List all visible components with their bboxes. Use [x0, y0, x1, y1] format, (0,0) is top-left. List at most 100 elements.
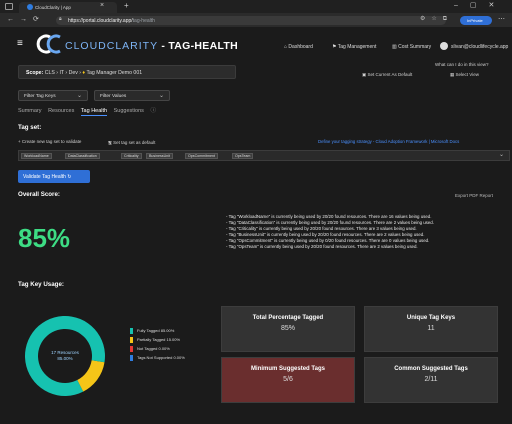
card-value: 85% [280, 325, 295, 332]
set-default-label: Set Current As Default [367, 72, 413, 77]
legend-item: Fully Tagged 85.00% [130, 326, 185, 335]
legend-swatch [130, 327, 133, 334]
donut-center-resources: 17 Resources [51, 350, 80, 355]
donut-center-percent: 85.00% [57, 356, 72, 361]
export-pdf-link[interactable]: Export PDF Report [455, 193, 493, 198]
inprivate-label: InPrivate [467, 18, 483, 23]
address-bar[interactable]: https://portal.cloudclarity.app/tag-heal… [56, 16, 446, 25]
hamburger-menu-icon[interactable]: ≡ [17, 38, 23, 49]
nav-cost-summary[interactable]: ▥ Cost Summary [392, 44, 431, 50]
create-tag-set-label: Create new tag set to validate [21, 139, 82, 144]
legend-label: Partially Tagged 15.00% [137, 337, 181, 342]
tab-summary[interactable]: Summary [18, 108, 42, 114]
lock-icon: 🔒︎ [59, 16, 62, 22]
legend-item: Tags Not Supported 0.00% [130, 353, 185, 362]
overall-score-heading: Overall Score: [18, 191, 60, 198]
tag-chip[interactable]: BusinessUnit [146, 153, 173, 159]
browser-toolbar-icons[interactable]: ⚙☆⧉ [420, 15, 453, 23]
tag-key-usage-heading: Tag Key Usage: [18, 281, 64, 288]
tab-resources[interactable]: Resources [48, 108, 74, 114]
tab-actions-icon[interactable] [5, 3, 13, 10]
tag-set-heading: Tag set: [18, 124, 42, 131]
tab-title: CloudClarity | App [35, 5, 71, 10]
card-title: Unique Tag Keys [406, 315, 456, 321]
card-value: 11 [427, 325, 435, 332]
legend-swatch [130, 345, 133, 352]
tab-suggestions[interactable]: Suggestions [114, 108, 144, 114]
card-minimum-suggested-tags: Minimum Suggested Tags 5/6 [221, 357, 355, 403]
window-controls[interactable]: –▢✕ [454, 1, 506, 9]
chevron-down-icon[interactable]: ⌄ [499, 151, 504, 158]
filter-values-label: Filter Values [100, 94, 127, 99]
scope-current: Tag Manager Demo 001 [86, 70, 143, 76]
filter-tag-keys-label: Filter Tag Keys [24, 94, 56, 99]
tab-tag-health[interactable]: Tag Health [80, 108, 108, 116]
scope-breadcrumb[interactable]: Scope: CLS › IT › Dev › ♦ Tag Manager De… [18, 65, 236, 79]
page-title: - TAG-HEALTH [158, 40, 239, 52]
nav-tag-management-label: Tag Management [337, 44, 377, 50]
url-host: https://portal.cloudclarity.app/ [68, 18, 133, 24]
set-tag-set-default-label: Set tag set as default [113, 140, 156, 145]
filter-values-select[interactable]: Filter Values ⌄ [94, 90, 170, 101]
card-unique-tag-keys: Unique Tag Keys 11 [364, 306, 498, 352]
user-email[interactable]: slivan@cloudlifecycle.app [451, 44, 508, 50]
card-total-percentage: Total Percentage Tagged 85% [221, 306, 355, 352]
key-icon: ♦ [82, 70, 86, 76]
help-link[interactable]: What can I do in this view? [435, 62, 489, 67]
select-view-button[interactable]: ▦ Select View [450, 72, 479, 78]
tag-chip[interactable]: OpsCommitment [185, 153, 218, 159]
info-icon[interactable]: ⓘ [150, 108, 156, 114]
brand-name: CLOUDCLARITY [65, 40, 159, 52]
create-tag-set-link[interactable]: + Create new tag set to validate [18, 139, 81, 144]
card-value: 2/11 [424, 376, 438, 383]
legend-item: Not Tagged 0.00% [130, 344, 185, 353]
card-title: Common Suggested Tags [394, 366, 468, 372]
caf-docs-link[interactable]: Define your tagging strategy - Cloud Ado… [318, 139, 459, 144]
tag-chip[interactable]: DataClassification [65, 153, 100, 159]
card-value: 5/6 [283, 376, 293, 383]
close-tab-icon[interactable]: × [100, 2, 104, 9]
tag-chip[interactable]: OpsTeam [232, 153, 254, 159]
set-tag-set-default-link[interactable]: 🖫︎ Set tag set as default [108, 139, 155, 147]
card-title: Total Percentage Tagged [252, 315, 324, 321]
select-view-label: Select View [455, 72, 479, 77]
scope-path: CLS › IT › Dev › [44, 70, 83, 76]
url-path: tag-health [132, 18, 155, 24]
legend-label: Not Tagged 0.00% [137, 346, 170, 351]
chevron-down-icon: ⌄ [158, 93, 164, 99]
tag-set-input[interactable]: WorkloadName DataClassification Critical… [18, 150, 510, 161]
tab-favicon-icon [27, 4, 33, 10]
nav-dashboard[interactable]: ⌂ Dashboard [284, 44, 313, 50]
validate-label: Validate Tag Health [23, 174, 66, 180]
view-tabs: Summary Resources Tag Health Suggestions… [18, 106, 161, 116]
legend-label: Tags Not Supported 0.00% [137, 355, 185, 360]
nav-tag-management[interactable]: ⚑ Tag Management [332, 44, 376, 50]
user-avatar-icon[interactable] [440, 42, 448, 50]
chevron-down-icon: ⌄ [76, 93, 82, 99]
donut-slice [77, 360, 105, 392]
scope-label: Scope: [26, 70, 44, 76]
app-title: CLOUDCLARITY - TAG-HEALTH [65, 40, 238, 52]
legend-swatch [130, 354, 133, 361]
legend-swatch [130, 336, 133, 343]
nav-arrows-icon[interactable]: ←→⟳ [7, 15, 45, 23]
donut-legend: Fully Tagged 85.00% Partially Tagged 15.… [130, 326, 185, 362]
nav-dashboard-label: Dashboard [288, 44, 313, 50]
tag-usage-donut-chart: 17 Resources 85.00% [25, 316, 106, 396]
filter-tag-keys-select[interactable]: Filter Tag Keys ⌄ [18, 90, 88, 101]
tag-chip[interactable]: WorkloadName [21, 153, 52, 159]
card-common-suggested-tags: Common Suggested Tags 2/11 [364, 357, 498, 403]
legend-item: Partially Tagged 15.00% [130, 335, 185, 344]
more-options-icon[interactable]: ⋯ [498, 15, 505, 23]
message-line: - Tag "OpsTeam" is currently being used … [226, 244, 418, 250]
validate-tag-health-button[interactable]: Validate Tag Health ↻ [18, 170, 90, 183]
legend-label: Fully Tagged 85.00% [137, 328, 175, 333]
tag-chip[interactable]: Criticality [121, 153, 142, 159]
new-tab-icon[interactable]: + [124, 1, 129, 10]
nav-cost-summary-label: Cost Summary [398, 44, 432, 50]
inprivate-badge[interactable]: InPrivate [460, 16, 492, 25]
overall-score-value: 85% [18, 223, 71, 253]
tag-usage-messages: - Tag "WorkloadName" is currently being … [226, 214, 512, 251]
set-default-button[interactable]: ▣ Set Current As Default [362, 72, 412, 78]
card-title: Minimum Suggested Tags [251, 366, 325, 372]
